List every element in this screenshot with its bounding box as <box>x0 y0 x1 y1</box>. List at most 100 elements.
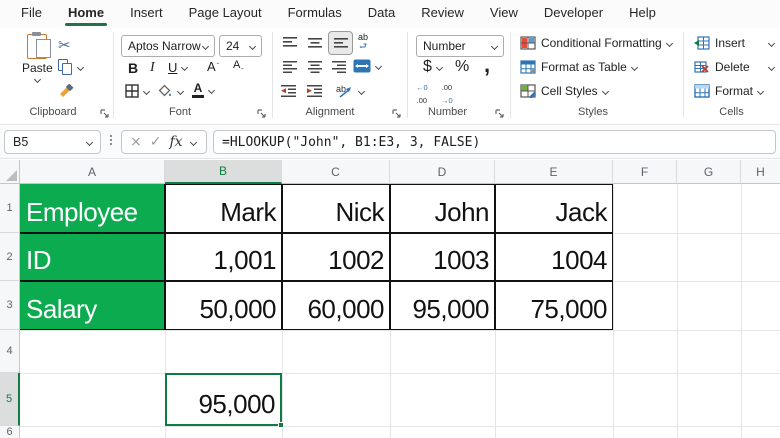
cell-c2[interactable]: 1002 <box>282 233 390 281</box>
cell-d3[interactable]: 95,000 <box>390 281 495 330</box>
merge-center-button[interactable] <box>353 59 383 73</box>
cell-e1[interactable]: Jack <box>495 184 613 233</box>
borders-grid-icon <box>125 84 139 98</box>
row-header-3[interactable]: 3 <box>0 281 20 330</box>
delete-cells-button[interactable]: Delete <box>694 60 776 74</box>
font-color-button[interactable]: A <box>192 82 216 98</box>
gridline <box>20 373 780 374</box>
borders-button[interactable] <box>125 84 151 98</box>
bold-button[interactable]: B <box>128 60 138 76</box>
align-right-button[interactable] <box>331 60 347 74</box>
tab-home[interactable]: Home <box>55 0 117 28</box>
copy-button[interactable] <box>58 59 85 75</box>
select-all-corner[interactable] <box>0 160 20 184</box>
tab-help[interactable]: Help <box>616 0 669 28</box>
tab-formulas[interactable]: Formulas <box>275 0 355 28</box>
center-button[interactable] <box>307 60 323 74</box>
percent-icon: % <box>455 58 470 75</box>
row-header-5[interactable]: 5 <box>0 373 20 426</box>
decrease-decimal-button[interactable]: .00 →0 <box>441 84 453 104</box>
cell-styles-button[interactable]: Cell Styles <box>520 84 609 98</box>
clipboard-dialog-launcher[interactable] <box>99 108 110 119</box>
ribbon-tab-bar: File Home Insert Page Layout Formulas Da… <box>0 0 780 28</box>
col-header-f[interactable]: F <box>613 160 677 184</box>
tab-developer[interactable]: Developer <box>531 0 616 28</box>
col-header-g[interactable]: G <box>677 160 741 184</box>
row-header-2[interactable]: 2 <box>0 233 20 281</box>
col-header-b[interactable]: B <box>165 160 282 184</box>
font-family-dropdown[interactable]: Aptos Narrow <box>121 35 215 57</box>
styles-group-label: Styles <box>578 106 608 118</box>
format-painter-icon <box>60 84 74 97</box>
gridline <box>677 184 678 438</box>
percent-style-button[interactable]: % <box>455 58 469 76</box>
cell-b2[interactable]: 1,001 <box>165 233 282 281</box>
number-dialog-launcher[interactable] <box>494 108 505 119</box>
cancel-icon[interactable]: × <box>130 135 142 149</box>
tab-file[interactable]: File <box>8 0 55 28</box>
increase-decimal-button[interactable]: ←0 .00 <box>416 84 428 104</box>
underline-button[interactable]: U <box>168 60 189 75</box>
cell-d1[interactable]: John <box>390 184 495 233</box>
cut-button[interactable]: ✂ <box>58 36 71 54</box>
chevron-down-icon <box>601 87 609 95</box>
format-as-table-button[interactable]: Format as Table <box>520 60 638 74</box>
col-header-e[interactable]: E <box>495 160 613 184</box>
formula-input[interactable]: =HLOOKUP("John", B1:E3, 3, FALSE) <box>213 130 776 154</box>
number-format-dropdown[interactable]: Number <box>416 35 504 57</box>
cell-a2[interactable]: ID <box>20 233 165 281</box>
insert-cells-button[interactable]: Insert <box>694 36 776 50</box>
insert-function-icon[interactable]: fx <box>169 134 182 150</box>
name-box[interactable]: B5 <box>4 130 101 154</box>
tab-page-layout[interactable]: Page Layout <box>176 0 275 28</box>
gridline <box>741 184 742 438</box>
enter-icon[interactable]: ✓ <box>150 135 162 149</box>
increase-indent-button[interactable] <box>306 84 323 98</box>
col-header-a[interactable]: A <box>20 160 165 184</box>
col-header-c[interactable]: C <box>282 160 390 184</box>
cell-b5-selected[interactable]: 95,000 <box>165 373 284 428</box>
row-header-4[interactable]: 4 <box>0 330 20 373</box>
cell-a3[interactable]: Salary <box>20 281 165 330</box>
conditional-formatting-icon <box>520 36 536 50</box>
cell-b3[interactable]: 50,000 <box>165 281 282 330</box>
font-size-dropdown[interactable]: 24 <box>219 35 262 57</box>
tab-data[interactable]: Data <box>355 0 408 28</box>
cell-c3[interactable]: 60,000 <box>282 281 390 330</box>
paste-button[interactable]: Paste <box>22 32 53 84</box>
tab-review[interactable]: Review <box>408 0 477 28</box>
increase-font-button[interactable]: Aˆ <box>207 59 219 74</box>
accounting-format-button[interactable]: $ <box>423 58 443 76</box>
decrease-font-button[interactable]: Aˆ <box>233 59 244 71</box>
col-header-h[interactable]: H <box>741 160 780 184</box>
bottom-align-button[interactable] <box>328 31 353 55</box>
cell-c1[interactable]: Nick <box>282 184 390 233</box>
cell-e3[interactable]: 75,000 <box>495 281 613 330</box>
italic-button[interactable]: I <box>150 60 155 76</box>
align-left-button[interactable] <box>282 60 298 74</box>
format-painter-button[interactable] <box>58 84 75 100</box>
font-family-value: Aptos Narrow <box>128 39 201 53</box>
cell-d2[interactable]: 1003 <box>390 233 495 281</box>
conditional-formatting-button[interactable]: Conditional Formatting <box>520 36 673 50</box>
cell-b1[interactable]: Mark <box>165 184 282 233</box>
orientation-button[interactable]: ab <box>336 83 366 99</box>
tab-insert[interactable]: Insert <box>117 0 176 28</box>
row-header-1[interactable]: 1 <box>0 184 20 233</box>
middle-align-button[interactable] <box>307 36 323 49</box>
top-align-button[interactable] <box>282 36 298 49</box>
comma-style-button[interactable]: , <box>484 52 490 78</box>
wrap-text-button[interactable]: ab ⮐ <box>358 33 368 51</box>
font-dialog-launcher[interactable] <box>256 108 267 119</box>
decrease-indent-button[interactable] <box>280 84 297 98</box>
formula-controls: × ✓ fx <box>121 130 207 154</box>
fill-handle[interactable] <box>278 422 284 428</box>
cell-e2[interactable]: 1004 <box>495 233 613 281</box>
fill-color-button[interactable] <box>158 84 185 98</box>
format-cells-button[interactable]: Format <box>694 84 765 98</box>
cell-a1[interactable]: Employee <box>20 184 165 233</box>
formula-bar-handle[interactable] <box>110 135 112 145</box>
col-header-d[interactable]: D <box>390 160 495 184</box>
row-header-6[interactable]: 6 <box>0 426 20 438</box>
tab-view[interactable]: View <box>477 0 531 28</box>
